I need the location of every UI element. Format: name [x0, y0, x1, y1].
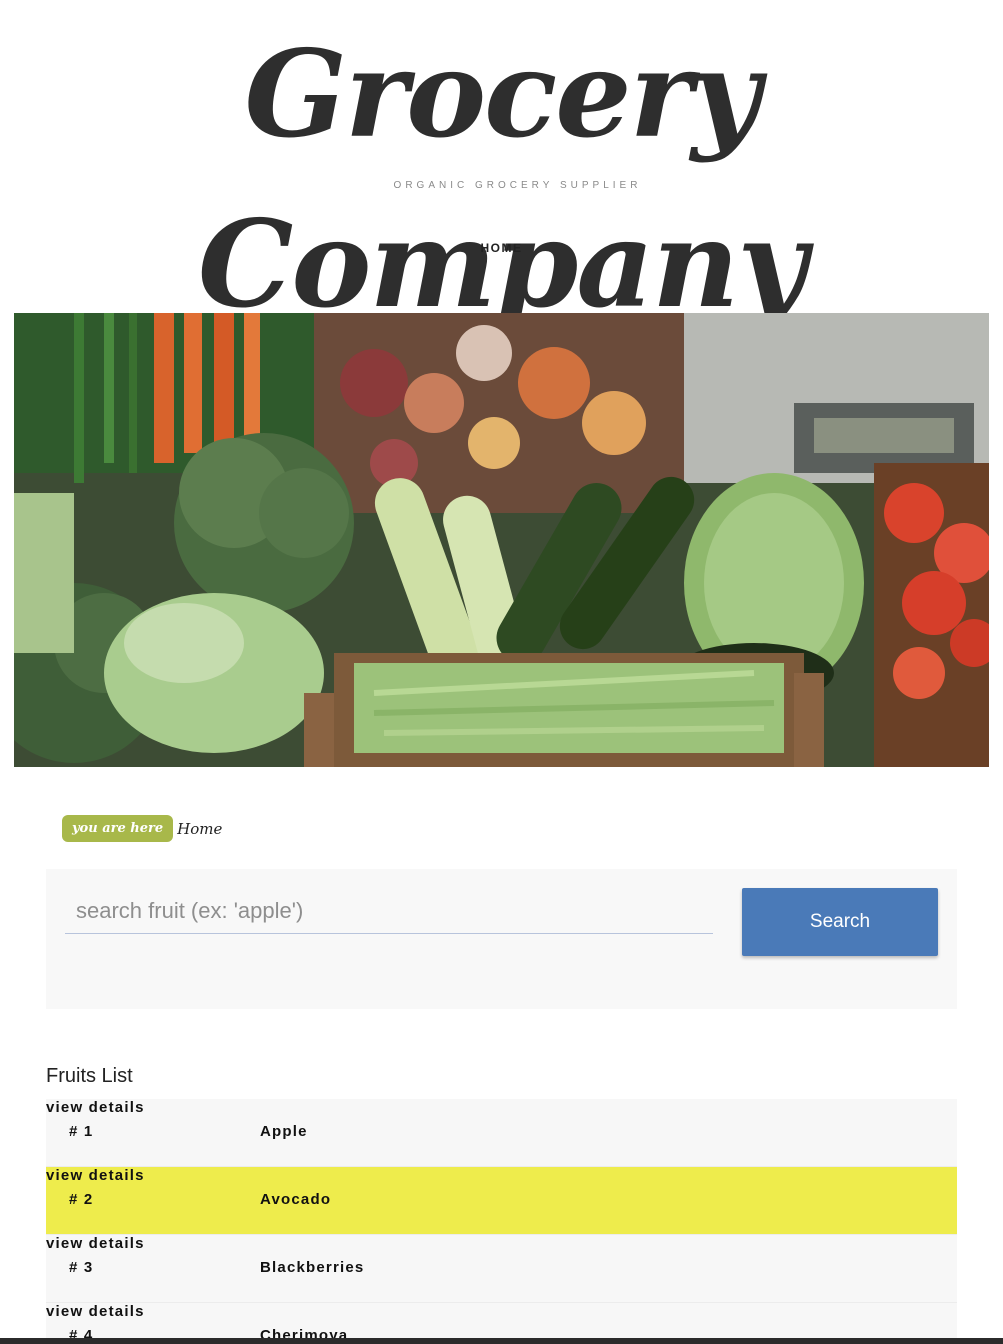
fruit-name: Avocado	[260, 1191, 332, 1208]
hero-image	[14, 313, 989, 767]
breadcrumb-current[interactable]: Home	[177, 820, 222, 838]
nav-item-home[interactable]: HOME	[481, 241, 523, 255]
site-tagline: ORGANIC GROCERY SUPPLIER	[393, 180, 642, 191]
list-item[interactable]: # 1 Apple view details	[46, 1099, 957, 1167]
view-details-link[interactable]: view details	[46, 1235, 145, 1252]
fruits-list: # 1 Apple view details # 2 Avocado view …	[46, 1099, 957, 1344]
search-panel: Search	[46, 869, 957, 1009]
view-details-link[interactable]: view details	[46, 1167, 145, 1184]
search-button[interactable]: Search	[742, 888, 938, 956]
page: Grocery Company ORGANIC GROCERY SUPPLIER…	[0, 0, 1003, 1344]
breadcrumb: you are here Home	[62, 815, 222, 842]
vegetable-market-photo-icon	[14, 313, 989, 767]
list-item[interactable]: # 3 Blackberries view details	[46, 1235, 957, 1303]
fruit-name: Apple	[260, 1123, 308, 1140]
bottom-bar	[0, 1338, 1003, 1344]
main-nav: HOME	[0, 239, 1003, 257]
fruits-list-title: Fruits List	[46, 1065, 133, 1087]
fruit-number: # 2	[69, 1191, 94, 1208]
fruit-number: # 3	[69, 1259, 94, 1276]
fruit-number: # 1	[69, 1123, 94, 1140]
breadcrumb-badge: you are here	[62, 815, 174, 842]
view-details-link[interactable]: view details	[46, 1303, 145, 1320]
view-details-link[interactable]: view details	[46, 1099, 145, 1116]
list-item[interactable]: # 2 Avocado view details	[46, 1167, 957, 1235]
fruit-name: Blackberries	[260, 1259, 365, 1276]
search-input[interactable]	[65, 889, 713, 934]
